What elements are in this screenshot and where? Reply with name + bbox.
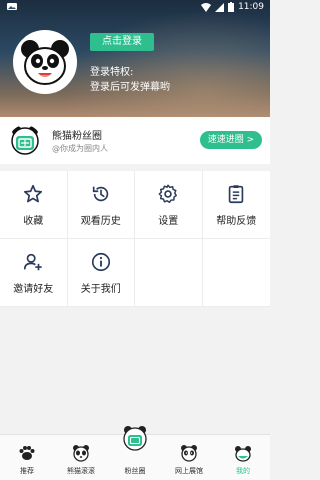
menu-item-history[interactable]: 观看历史 (67, 171, 135, 239)
tab-label: 推荐 (20, 467, 34, 475)
tab-label: 我的 (236, 467, 250, 475)
avatar[interactable] (13, 30, 77, 94)
star-icon (24, 184, 43, 202)
profile-header: 11:09 点击登录 登录特权: 登录后可发弹幕哟 (0, 0, 270, 117)
tab-label: 粉丝圈 (124, 467, 146, 475)
fan-club-card[interactable]: 熊猫粉丝圈 @你成为圈内人 速速进圈 > (0, 117, 270, 164)
clipboard-icon (229, 184, 244, 203)
fan-club-title: 熊猫粉丝圈 (52, 131, 102, 142)
info-icon (91, 252, 110, 271)
login-perk-desc: 登录后可发弹幕哟 (90, 82, 170, 93)
tab-me[interactable]: 我的 (216, 435, 270, 480)
paw-icon (19, 446, 35, 460)
menu-item-about-us[interactable]: 关于我们 (67, 239, 135, 307)
menu-item-settings[interactable]: 设置 (135, 171, 203, 239)
tab-online-museum[interactable]: 网上展馆 (162, 435, 216, 480)
tab-fan-club[interactable]: 粉丝圈 (108, 426, 162, 480)
tab-label: 网上展馆 (175, 467, 203, 475)
gear-icon (158, 184, 178, 203)
menu-empty-cell (135, 239, 203, 307)
menu-item-favorites[interactable]: 收藏 (0, 171, 68, 239)
status-time: 11:09 (238, 2, 264, 12)
menu-item-label: 邀请好友 (13, 283, 54, 295)
notification-icon (7, 3, 17, 10)
battery-icon (228, 2, 235, 12)
wifi-icon (201, 2, 212, 12)
fan-club-subtitle: @你成为圈内人 (52, 144, 108, 153)
menu-item-label: 关于我们 (80, 283, 121, 295)
menu-item-help-feedback[interactable]: 帮助反馈 (202, 171, 270, 239)
signal-icon (215, 2, 225, 12)
tab-recommend[interactable]: 推荐 (0, 435, 54, 480)
fan-club-icon (123, 426, 147, 451)
panda-me-icon (235, 446, 251, 462)
fan-club-logo-icon (11, 126, 39, 155)
join-fan-club-button[interactable]: 速速进圈 > (200, 131, 262, 149)
menu-empty-cell (202, 239, 270, 307)
tab-panda-rolling[interactable]: 熊猫滚滚 (54, 435, 108, 480)
panda-icon (73, 445, 89, 462)
add-user-icon (24, 253, 42, 270)
login-perk-title: 登录特权: (90, 67, 134, 78)
history-icon (92, 186, 108, 201)
menu-item-label: 设置 (158, 215, 179, 227)
panda-avatar-icon (16, 33, 74, 91)
menu-item-label: 观看历史 (80, 215, 121, 227)
menu-item-label: 帮助反馈 (216, 215, 257, 227)
tab-label: 熊猫滚滚 (67, 467, 95, 475)
status-bar: 11:09 (0, 0, 270, 14)
bottom-tab-bar: 推荐 熊猫滚滚 粉丝圈 网上展馆 我的 (0, 426, 270, 480)
login-button[interactable]: 点击登录 (90, 33, 154, 51)
panda-museum-icon (181, 445, 197, 462)
fan-club-avatar (9, 125, 41, 157)
menu-grid: 收藏 观看历史 设置 帮助反馈 邀请好友 关于我们 (0, 171, 270, 307)
menu-item-invite-friends[interactable]: 邀请好友 (0, 239, 68, 307)
menu-item-label: 收藏 (23, 215, 44, 227)
